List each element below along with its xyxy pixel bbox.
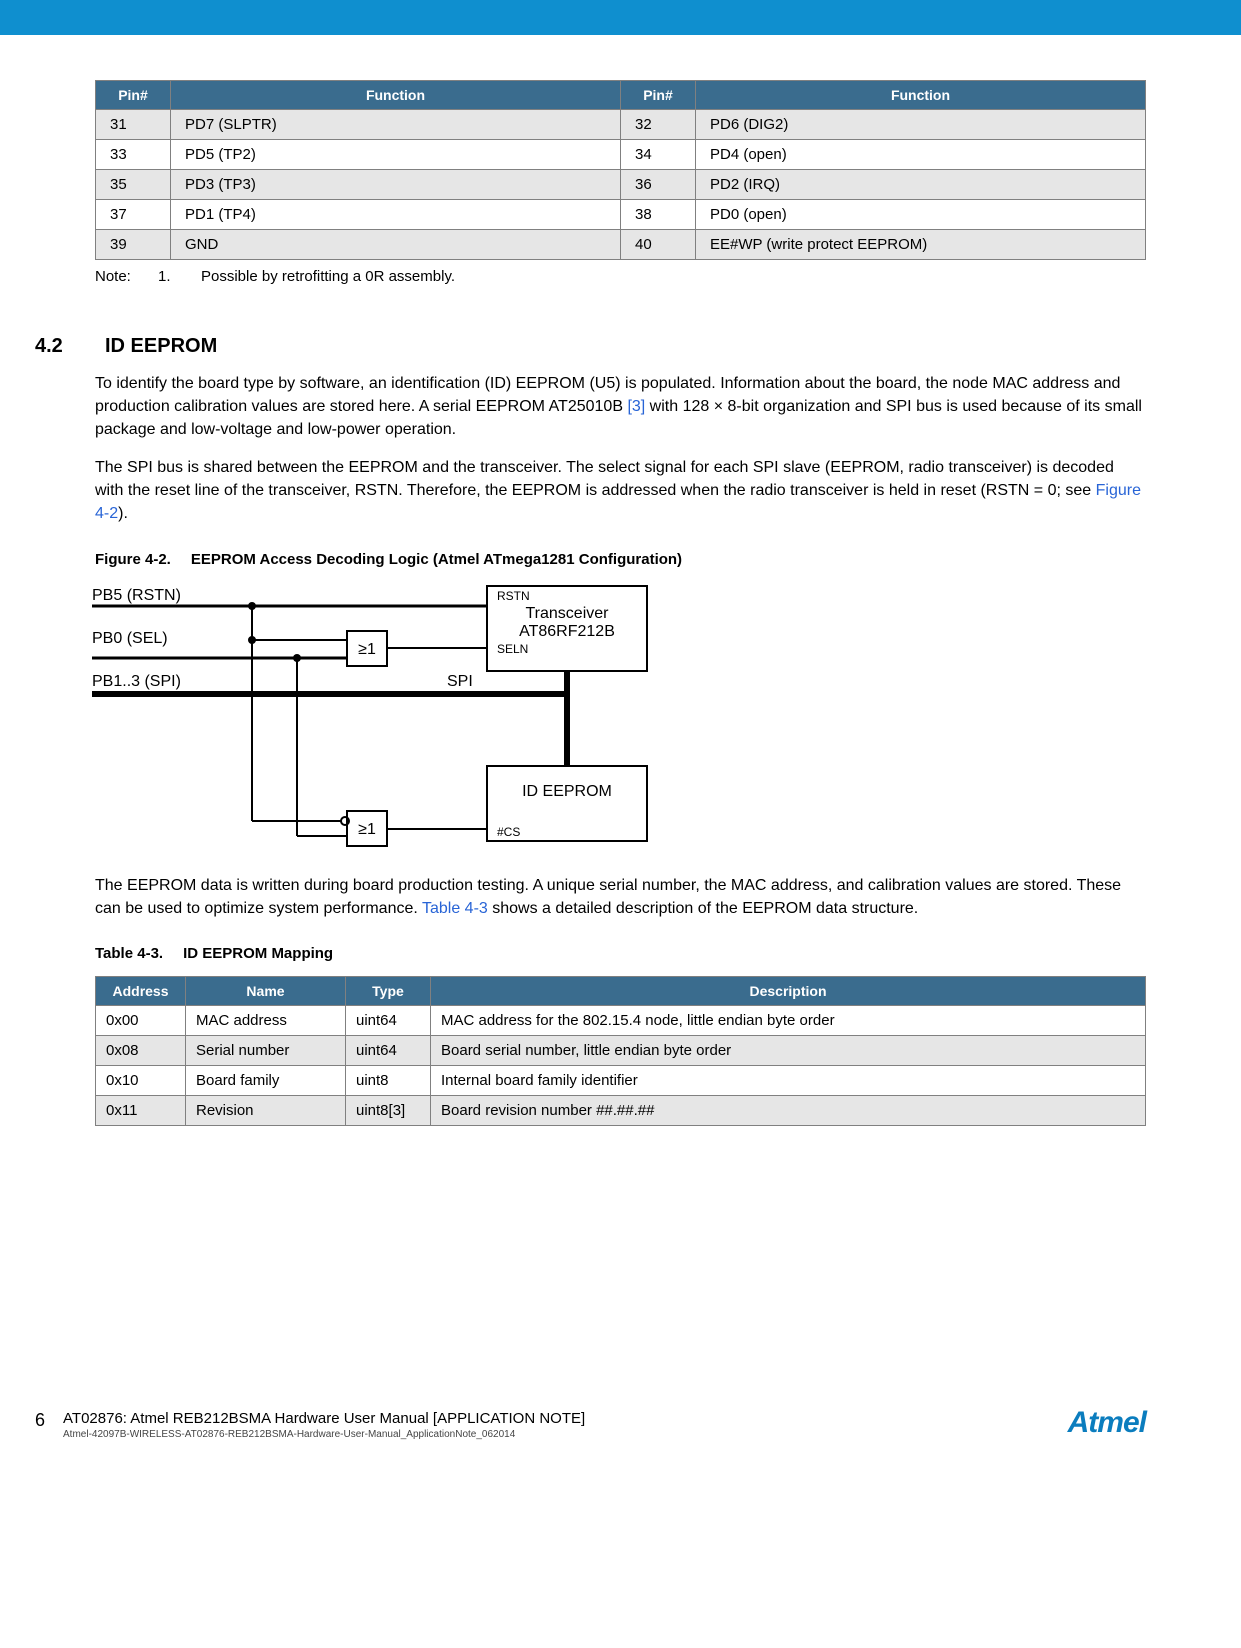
table-row: 39 GND 40 EE#WP (write protect EEPROM) bbox=[96, 230, 1146, 260]
name-header: Name bbox=[186, 976, 346, 1005]
cell: EE#WP (write protect EEPROM) bbox=[696, 230, 1146, 260]
cell: Internal board family identifier bbox=[431, 1065, 1146, 1095]
cell: uint8[3] bbox=[346, 1095, 431, 1125]
addr-header: Address bbox=[96, 976, 186, 1005]
reference-link[interactable]: [3] bbox=[627, 398, 645, 415]
cell: 32 bbox=[621, 110, 696, 140]
table-link[interactable]: Table 4-3 bbox=[422, 900, 488, 917]
fig-cs: #CS bbox=[497, 825, 520, 839]
footer-title: AT02876: Atmel REB212BSMA Hardware User … bbox=[63, 1410, 585, 1427]
atmel-logo: Atmel bbox=[1068, 1406, 1146, 1440]
table-note: Note: 1. Possible by retrofitting a 0R a… bbox=[95, 268, 1146, 285]
cell: Board serial number, little endian byte … bbox=[431, 1035, 1146, 1065]
type-header: Type bbox=[346, 976, 431, 1005]
text: ). bbox=[118, 505, 128, 522]
note-label: Note: bbox=[95, 268, 140, 285]
page-content: Pin# Function Pin# Function 31 PD7 (SLPT… bbox=[0, 35, 1241, 1485]
cell: uint8 bbox=[346, 1065, 431, 1095]
eeprom-map-table: Address Name Type Description 0x00 MAC a… bbox=[95, 976, 1146, 1126]
table-row: 0x08 Serial number uint64 Board serial n… bbox=[96, 1035, 1146, 1065]
cell: PD6 (DIG2) bbox=[696, 110, 1146, 140]
cell: 31 bbox=[96, 110, 171, 140]
cell: PD1 (TP4) bbox=[171, 200, 621, 230]
table-row: 35 PD3 (TP3) 36 PD2 (IRQ) bbox=[96, 170, 1146, 200]
cell: 37 bbox=[96, 200, 171, 230]
page-footer: 6 AT02876: Atmel REB212BSMA Hardware Use… bbox=[35, 1406, 1146, 1440]
cell: 0x10 bbox=[96, 1065, 186, 1095]
cell: Board revision number ##.##.## bbox=[431, 1095, 1146, 1125]
text: The SPI bus is shared between the EEPROM… bbox=[95, 459, 1114, 499]
fig-spi: SPI bbox=[447, 673, 473, 690]
cell: 36 bbox=[621, 170, 696, 200]
cell: PD2 (IRQ) bbox=[696, 170, 1146, 200]
cell: 34 bbox=[621, 140, 696, 170]
desc-header: Description bbox=[431, 976, 1146, 1005]
section-heading: 4.2 ID EEPROM bbox=[95, 335, 1146, 358]
cell: uint64 bbox=[346, 1005, 431, 1035]
fig-pb13: PB1..3 (SPI) bbox=[92, 673, 181, 690]
cell: 33 bbox=[96, 140, 171, 170]
fig-pb0: PB0 (SEL) bbox=[92, 630, 168, 647]
cell: MAC address for the 802.15.4 node, littl… bbox=[431, 1005, 1146, 1035]
paragraph-2: The SPI bus is shared between the EEPROM… bbox=[95, 456, 1146, 526]
cell: GND bbox=[171, 230, 621, 260]
cell: 40 bbox=[621, 230, 696, 260]
table-title: ID EEPROM Mapping bbox=[183, 945, 333, 962]
table-row: 0x10 Board family uint8 Internal board f… bbox=[96, 1065, 1146, 1095]
cell: 0x00 bbox=[96, 1005, 186, 1035]
cell: Serial number bbox=[186, 1035, 346, 1065]
cell: MAC address bbox=[186, 1005, 346, 1035]
table-label: Table 4-3. bbox=[95, 945, 163, 962]
figure-caption: Figure 4-2. EEPROM Access Decoding Logic… bbox=[95, 551, 1146, 568]
pin-header-2: Pin# bbox=[621, 81, 696, 110]
table-caption: Table 4-3. ID EEPROM Mapping bbox=[95, 945, 1146, 962]
table-row: 31 PD7 (SLPTR) 32 PD6 (DIG2) bbox=[96, 110, 1146, 140]
table-row: 37 PD1 (TP4) 38 PD0 (open) bbox=[96, 200, 1146, 230]
fig-pb5: PB5 (RSTN) bbox=[92, 587, 181, 604]
cell: PD7 (SLPTR) bbox=[171, 110, 621, 140]
paragraph-3: The EEPROM data is written during board … bbox=[95, 874, 1146, 920]
cell: 0x08 bbox=[96, 1035, 186, 1065]
cell: PD0 (open) bbox=[696, 200, 1146, 230]
fig-seln: SELN bbox=[497, 642, 528, 656]
pin-table: Pin# Function Pin# Function 31 PD7 (SLPT… bbox=[95, 80, 1146, 260]
table-row: 33 PD5 (TP2) 34 PD4 (open) bbox=[96, 140, 1146, 170]
note-number: 1. bbox=[158, 268, 183, 285]
text: shows a detailed description of the EEPR… bbox=[488, 900, 918, 917]
footer-docid: Atmel-42097B-WIRELESS-AT02876-REB212BSMA… bbox=[63, 1429, 585, 1440]
pin-header-1: Pin# bbox=[96, 81, 171, 110]
figure-title: EEPROM Access Decoding Logic (Atmel ATme… bbox=[191, 551, 682, 568]
section-number: 4.2 bbox=[35, 335, 75, 358]
cell: 38 bbox=[621, 200, 696, 230]
cell: Board family bbox=[186, 1065, 346, 1095]
top-accent-bar bbox=[0, 0, 1241, 35]
fig-transceiver-part: AT86RF212B bbox=[519, 623, 615, 640]
paragraph-1: To identify the board type by software, … bbox=[95, 372, 1146, 442]
fig-gate2: ≥1 bbox=[358, 821, 376, 838]
func-header-2: Function bbox=[696, 81, 1146, 110]
fig-rstn: RSTN bbox=[497, 589, 530, 603]
cell: PD4 (open) bbox=[696, 140, 1146, 170]
table-row: 0x00 MAC address uint64 MAC address for … bbox=[96, 1005, 1146, 1035]
table-row: 0x11 Revision uint8[3] Board revision nu… bbox=[96, 1095, 1146, 1125]
fig-transceiver: Transceiver bbox=[526, 605, 610, 622]
cell: 35 bbox=[96, 170, 171, 200]
figure-diagram: RSTN Transceiver AT86RF212B SELN ID EEPR… bbox=[87, 576, 667, 856]
cell: 39 bbox=[96, 230, 171, 260]
func-header-1: Function bbox=[171, 81, 621, 110]
section-title: ID EEPROM bbox=[105, 335, 217, 358]
cell: PD3 (TP3) bbox=[171, 170, 621, 200]
fig-ideeprom: ID EEPROM bbox=[522, 783, 612, 800]
fig-gate1: ≥1 bbox=[358, 641, 376, 658]
cell: 0x11 bbox=[96, 1095, 186, 1125]
figure-label: Figure 4-2. bbox=[95, 551, 171, 568]
note-text: Possible by retrofitting a 0R assembly. bbox=[201, 268, 455, 285]
cell: PD5 (TP2) bbox=[171, 140, 621, 170]
page-number: 6 bbox=[35, 1410, 45, 1431]
cell: uint64 bbox=[346, 1035, 431, 1065]
cell: Revision bbox=[186, 1095, 346, 1125]
